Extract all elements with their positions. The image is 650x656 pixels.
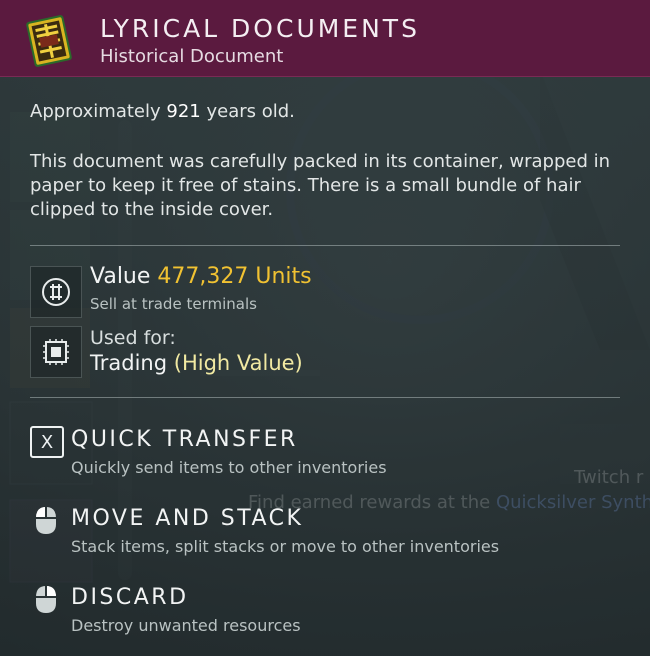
- age-suffix: years old.: [206, 101, 295, 122]
- background-twitch-text: Twitch r: [574, 467, 644, 488]
- action-subtitle: Destroy unwanted resources: [71, 616, 301, 635]
- mouse-left-click-icon: [36, 507, 56, 534]
- rewards-place: Quicksilver Synth: [495, 492, 650, 513]
- item-subtitle: Historical Document: [100, 46, 284, 67]
- document-book-icon: [26, 15, 72, 67]
- action-title: QUICK TRANSFER: [71, 427, 298, 452]
- age-prefix: Approximately: [30, 101, 161, 122]
- divider-top: [30, 245, 620, 246]
- value-amount: 477,327 Units: [157, 264, 312, 289]
- item-age: Approximately 921 years old.: [30, 101, 295, 122]
- action-subtitle: Stack items, split stacks or move to oth…: [71, 537, 500, 556]
- item-title: LYRICAL DOCUMENTS: [100, 14, 420, 43]
- item-description: This document was carefully packed in it…: [30, 151, 611, 220]
- usage-qualifier: (High Value): [173, 351, 303, 375]
- usage-label: Used for:: [90, 327, 176, 349]
- age-value: 921: [166, 101, 201, 122]
- trade-chip-icon: [43, 339, 69, 365]
- value-label: Value: [90, 264, 151, 289]
- item-header: LYRICAL DOCUMENTS Historical Document: [0, 0, 650, 77]
- mouse-right-click-icon: [36, 586, 56, 613]
- value-note: Sell at trade terminals: [90, 295, 257, 313]
- item-value: Value 477,327 Units: [90, 264, 312, 289]
- usage-line: Trading (High Value): [90, 351, 303, 375]
- divider-actions: [30, 397, 620, 398]
- action-subtitle: Quickly send items to other inventories: [71, 458, 387, 477]
- units-currency-icon: [42, 278, 70, 306]
- usage-icon-box: [30, 326, 82, 378]
- action-title: MOVE AND STACK: [71, 506, 304, 531]
- action-title: DISCARD: [71, 585, 189, 610]
- value-icon-box: [30, 266, 82, 318]
- usage-use: Trading: [90, 351, 168, 375]
- background-rewards-text: Find earned rewards at the Quicksilver S…: [248, 492, 650, 513]
- x-key-icon: X: [30, 426, 64, 458]
